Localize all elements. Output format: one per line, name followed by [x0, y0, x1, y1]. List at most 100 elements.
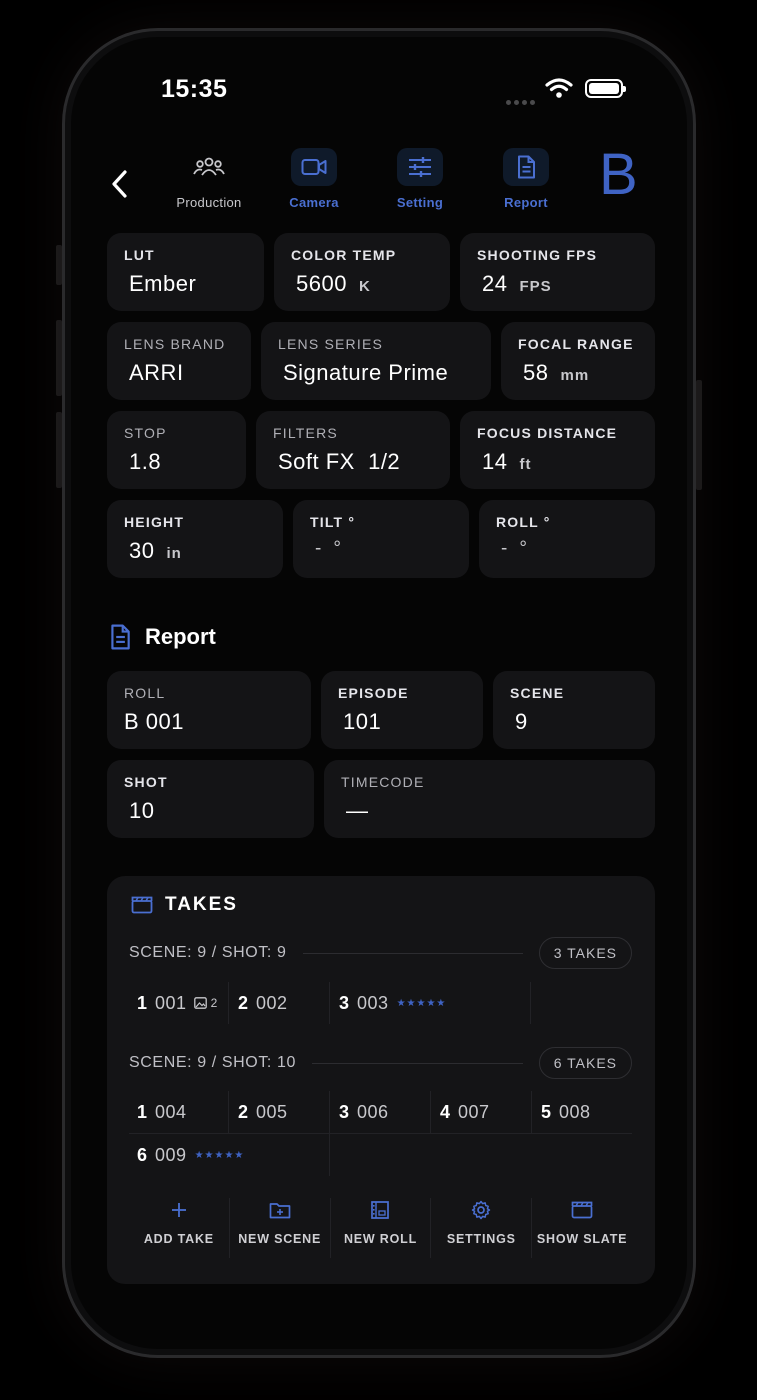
take-group-header: SCENE: 9 / SHOT: 10 6 TAKES — [129, 1046, 632, 1080]
image-count: 2 — [193, 996, 217, 1010]
field-value: 58 mm — [523, 360, 590, 385]
tab-label: Production — [176, 195, 242, 210]
back-chevron-icon[interactable] — [105, 166, 135, 202]
take-cell[interactable]: 2 005 — [230, 1091, 330, 1133]
field-label: FOCAL RANGE — [518, 336, 634, 352]
section-title-text: Report — [145, 624, 216, 649]
field-value: 101 — [343, 709, 382, 734]
tab-report[interactable]: Report — [483, 148, 569, 210]
clapper-icon — [571, 1201, 593, 1219]
field-unit: K — [358, 278, 371, 295]
phone-frame: 15:35 Production Camera Setting Report B… — [62, 28, 696, 1358]
power-button — [696, 380, 702, 490]
filters-field[interactable]: FILTERS Soft FX 1/2 — [256, 411, 450, 489]
field-label: SCENE — [510, 685, 565, 701]
roll-field[interactable]: ROLL B 001 — [107, 671, 311, 749]
gear-icon — [472, 1200, 491, 1220]
height-field[interactable]: HEIGHT 30 in — [107, 500, 283, 578]
field-value: ARRI — [129, 360, 184, 385]
take-cell[interactable]: 6 009 ★★★★★ — [129, 1134, 330, 1176]
report-section-title: Report — [109, 624, 216, 650]
timecode-field[interactable]: TIMECODE — — [324, 760, 655, 838]
divider — [302, 952, 523, 954]
take-cell[interactable]: 4 007 — [432, 1091, 532, 1133]
video-camera-icon — [291, 148, 337, 186]
wifi-icon — [545, 78, 573, 98]
tab-camera[interactable]: Camera — [271, 148, 357, 210]
field-value: 30 in — [129, 538, 182, 563]
new-roll-button[interactable]: NEW ROLL — [331, 1198, 432, 1258]
new-scene-button[interactable]: NEW SCENE — [230, 1198, 331, 1258]
divider — [312, 1062, 523, 1064]
field-label: FOCUS DISTANCE — [477, 425, 618, 441]
field-label: ROLL ° — [496, 514, 551, 530]
take-cell[interactable]: 5 008 — [533, 1091, 633, 1133]
take-cell[interactable]: 1 001 2 — [129, 982, 229, 1024]
action-label: SHOW SLATE — [536, 1232, 628, 1246]
lens-brand-field[interactable]: LENS BRAND ARRI — [107, 322, 251, 400]
lut-field[interactable]: LUT Ember — [107, 233, 264, 311]
tab-setting[interactable]: Setting — [377, 148, 463, 210]
color-temp-field[interactable]: COLOR TEMP 5600 K — [274, 233, 450, 311]
stop-field[interactable]: STOP 1.8 — [107, 411, 246, 489]
top-nav: Production Camera Setting Report B — [65, 146, 693, 226]
take-cell[interactable]: 1 004 — [129, 1091, 229, 1133]
take-count-badge: 6 TAKES — [538, 1047, 632, 1079]
rating-stars-icon: ★★★★★ — [396, 997, 447, 1009]
field-value: — — [346, 798, 369, 823]
field-value: 10 — [129, 798, 155, 823]
sliders-icon — [397, 148, 443, 186]
field-unit: ft — [519, 456, 532, 473]
field-value: - ° — [501, 538, 528, 559]
field-value: Soft FX 1/2 — [278, 449, 401, 474]
action-label: NEW SCENE — [238, 1232, 322, 1246]
battery-icon — [585, 79, 626, 98]
field-value: 9 — [515, 709, 528, 734]
roll-degree-field[interactable]: ROLL ° - ° — [479, 500, 655, 578]
tab-production[interactable]: Production — [166, 148, 252, 210]
shot-field[interactable]: SHOT 10 — [107, 760, 314, 838]
field-value: B 001 — [124, 709, 184, 734]
take-cell[interactable]: 3 006 — [331, 1091, 431, 1133]
settings-button[interactable]: SETTINGS — [431, 1198, 533, 1258]
focal-range-field[interactable]: FOCAL RANGE 58 mm — [501, 322, 655, 400]
lens-series-field[interactable]: LENS SERIES Signature Prime — [261, 322, 491, 400]
field-unit: mm — [560, 367, 590, 384]
tab-label: Camera — [289, 195, 339, 210]
field-value: - ° — [315, 538, 342, 559]
camera-letter-badge[interactable]: B — [599, 146, 638, 204]
field-value: 5600 K — [296, 271, 371, 296]
film-roll-icon — [371, 1201, 390, 1219]
field-label: EPISODE — [338, 685, 409, 701]
clapper-icon — [131, 896, 153, 914]
field-label: LENS BRAND — [124, 336, 226, 352]
field-label: SHOT — [124, 774, 168, 790]
field-label: COLOR TEMP — [291, 247, 397, 263]
focus-distance-field[interactable]: FOCUS DISTANCE 14 ft — [460, 411, 655, 489]
field-label: TILT ° — [310, 514, 356, 530]
episode-field[interactable]: EPISODE 101 — [321, 671, 483, 749]
field-unit: FPS — [519, 278, 552, 295]
take-cell[interactable]: 2 002 — [230, 982, 330, 1024]
signal-icon — [506, 92, 538, 105]
take-count-badge: 3 TAKES — [538, 937, 632, 969]
scene-field[interactable]: SCENE 9 — [493, 671, 655, 749]
field-label: FILTERS — [273, 425, 338, 441]
image-icon — [193, 997, 207, 1009]
people-icon — [186, 148, 232, 186]
field-label: HEIGHT — [124, 514, 185, 530]
shooting-fps-field[interactable]: SHOOTING FPS 24 FPS — [460, 233, 655, 311]
field-label: TIMECODE — [341, 774, 425, 790]
tab-label: Setting — [396, 195, 444, 210]
field-label: ROLL — [124, 685, 166, 701]
action-label: ADD TAKE — [143, 1232, 214, 1246]
takes-panel: TAKES SCENE: 9 / SHOT: 9 3 TAKES 1 001 2 … — [107, 876, 655, 1284]
document-icon — [503, 148, 549, 186]
takes-header: TAKES — [131, 894, 238, 916]
take-cell[interactable]: 3 003 ★★★★★ — [331, 982, 531, 1024]
add-take-button[interactable]: ADD TAKE — [129, 1198, 230, 1258]
field-value: 14 ft — [482, 449, 532, 474]
tilt-field[interactable]: TILT ° - ° — [293, 500, 469, 578]
show-slate-button[interactable]: SHOW SLATE — [532, 1198, 632, 1258]
action-label: NEW ROLL — [343, 1232, 418, 1246]
